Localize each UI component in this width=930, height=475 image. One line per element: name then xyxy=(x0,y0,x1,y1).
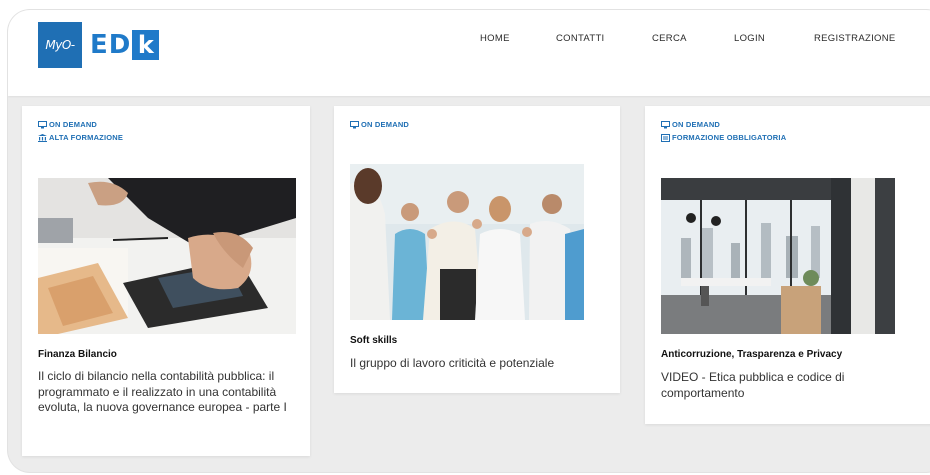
office-city-view-photo[interactable] xyxy=(661,178,895,334)
nav-home[interactable]: HOME xyxy=(480,33,510,44)
monitor-icon xyxy=(38,120,47,128)
course-card[interactable]: ON DEMAND FORMAZIONE OBBLIGATORIA Antico… xyxy=(645,106,930,424)
monitor-icon xyxy=(350,120,359,128)
course-title[interactable]: Finanza Bilancio xyxy=(38,349,117,360)
nav-contatti[interactable]: CONTATTI xyxy=(556,33,605,44)
course-description: Il gruppo di lavoro criticità e potenzia… xyxy=(350,356,555,370)
course-tag: ON DEMAND xyxy=(661,120,720,129)
nav-login[interactable]: LOGIN xyxy=(734,33,765,44)
main-nav: HOME CONTATTI CERCA LOGIN REGISTRAZIONE xyxy=(8,33,930,49)
institution-icon xyxy=(38,133,47,142)
course-card[interactable]: ON DEMAND ALTA FORMAZIONE Finanza Bilanc… xyxy=(22,106,310,456)
course-title[interactable]: Soft skills xyxy=(350,335,397,346)
course-image xyxy=(350,164,584,320)
course-tag: FORMAZIONE OBBLIGATORIA xyxy=(661,133,786,142)
course-image xyxy=(661,178,895,334)
course-description: Il ciclo di bilancio nella contabilità p… xyxy=(38,369,287,414)
course-title[interactable]: Anticorruzione, Trasparenza e Privacy xyxy=(661,349,842,360)
course-image xyxy=(38,178,296,334)
monitor-icon xyxy=(661,120,670,128)
course-tag: ON DEMAND xyxy=(350,120,409,129)
tag-label: ALTA FORMAZIONE xyxy=(49,133,124,142)
site-header: MyO- ED k HOME CONTATTI CERCA LOGIN REGI… xyxy=(8,10,930,96)
course-tag: ALTA FORMAZIONE xyxy=(38,133,123,142)
tag-label: ON DEMAND xyxy=(49,120,98,129)
team-thumbs-up-photo[interactable] xyxy=(350,164,584,320)
course-tag: ON DEMAND xyxy=(38,120,97,129)
browser-frame: MyO- ED k HOME CONTATTI CERCA LOGIN REGI… xyxy=(8,10,930,472)
tag-label: FORMAZIONE OBBLIGATORIA xyxy=(672,133,787,142)
tag-label: ON DEMAND xyxy=(672,120,721,129)
hands-calculator-banknotes-photo[interactable] xyxy=(38,178,296,334)
tag-label: ON DEMAND xyxy=(361,120,410,129)
course-card[interactable]: ON DEMAND Soft skills Il gruppo di lavor… xyxy=(334,106,620,393)
course-description: VIDEO - Etica pubblica e codice di compo… xyxy=(661,370,845,400)
checklist-icon xyxy=(661,133,670,142)
nav-cerca[interactable]: CERCA xyxy=(652,33,687,44)
nav-registrazione[interactable]: REGISTRAZIONE xyxy=(814,33,896,44)
